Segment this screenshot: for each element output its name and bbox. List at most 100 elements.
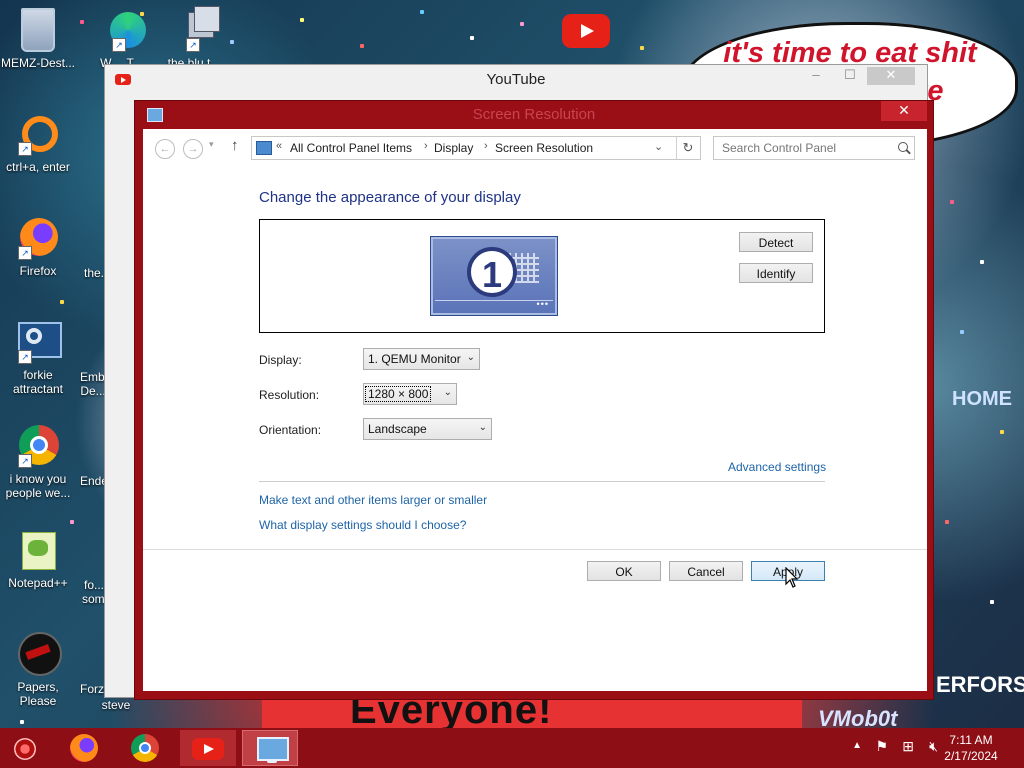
screen-resolution-content: ← → ▾ ↑ « All Control Panel Items › Disp… bbox=[143, 129, 927, 691]
maximize-button[interactable]: ☐ bbox=[833, 67, 867, 85]
desktop-icon-notepadpp[interactable]: Notepad++ bbox=[0, 528, 76, 590]
youtube-window-title: YouTube bbox=[486, 71, 546, 88]
desktop-icon-firefox[interactable]: ↗ Firefox bbox=[0, 216, 76, 278]
up-button[interactable]: ↑ bbox=[231, 137, 239, 154]
orientation-label: Orientation: bbox=[259, 423, 322, 437]
desktop-icon-ctrl-a[interactable]: ↗ ctrl+a, enter bbox=[0, 112, 76, 174]
clock[interactable]: 7:11 AM 2/17/2024 bbox=[936, 732, 1006, 764]
screen-resolution-window-controls: ✕ bbox=[881, 101, 927, 121]
search-box[interactable]: Search Control Panel bbox=[713, 136, 915, 160]
detect-button[interactable]: Detect bbox=[739, 232, 813, 252]
forward-button[interactable]: → bbox=[183, 139, 203, 159]
back-button[interactable]: ← bbox=[155, 139, 175, 159]
display-label: Display: bbox=[259, 353, 302, 367]
orientation-select[interactable]: Landscape ⌄ bbox=[363, 418, 492, 440]
address-dropdown-chevron-icon[interactable]: ⌄ bbox=[654, 140, 663, 153]
network-icon[interactable]: ⊞ bbox=[902, 738, 914, 755]
shortcut-arrow-icon: ↗ bbox=[112, 38, 126, 52]
monitor-1-preview[interactable]: 1 ••• bbox=[430, 236, 558, 316]
close-button[interactable]: ✕ bbox=[867, 67, 915, 85]
cancel-button[interactable]: Cancel bbox=[669, 561, 743, 581]
youtube-window-controls: – ☐ ✕ bbox=[799, 67, 915, 85]
wallpaper-word-erfors: ERFORS bbox=[936, 672, 1024, 697]
breadcrumb-all-control-panel-items[interactable]: All Control Panel Items bbox=[290, 141, 412, 155]
chrome-icon: ↗ bbox=[16, 424, 60, 468]
orientation-select-value: Landscape bbox=[368, 422, 427, 436]
clock-time: 7:11 AM bbox=[949, 733, 993, 747]
shortcut-arrow-icon: ↗ bbox=[18, 142, 32, 156]
action-center-flag-icon[interactable]: ⚑ bbox=[875, 738, 888, 755]
papers-please-icon bbox=[16, 632, 62, 676]
youtube-icon bbox=[192, 738, 224, 760]
resolution-label: Resolution: bbox=[259, 388, 320, 402]
recycle-bin-icon bbox=[21, 8, 55, 52]
desktop-icon-steve[interactable]: steve bbox=[96, 698, 136, 712]
notepad-plus-plus-icon bbox=[16, 528, 60, 572]
chevron-down-icon: ⌄ bbox=[466, 352, 475, 363]
navigation-bar: ← → ▾ ↑ « All Control Panel Items › Disp… bbox=[143, 129, 927, 167]
search-icon[interactable] bbox=[898, 142, 908, 152]
monitor-number-badge: 1 bbox=[467, 247, 517, 297]
address-bar[interactable]: « All Control Panel Items › Display › Sc… bbox=[251, 136, 701, 160]
breadcrumb-separator-icon[interactable]: › bbox=[424, 140, 428, 152]
breadcrumb-separator-icon[interactable]: › bbox=[484, 140, 488, 152]
monitor-taskbar bbox=[435, 300, 553, 311]
screen-resolution-titlebar[interactable]: Screen Resolution ✕ bbox=[135, 101, 933, 129]
shortcut-arrow-icon: ↗ bbox=[186, 38, 200, 52]
display-select[interactable]: 1. QEMU Monitor ⌄ bbox=[363, 348, 480, 370]
desktop-icon-emb[interactable]: Emb... De... bbox=[80, 370, 106, 398]
breadcrumb-screen-resolution[interactable]: Screen Resolution bbox=[495, 141, 593, 155]
breadcrumb-overflow-icon[interactable]: « bbox=[276, 140, 282, 152]
desktop-icon-w[interactable]: ↗ W… T… bbox=[78, 8, 154, 70]
settings-monitor-icon: ↗ bbox=[16, 320, 62, 364]
refresh-icon[interactable]: ↻ bbox=[676, 137, 699, 159]
mouse-cursor-icon bbox=[785, 567, 799, 588]
youtube-titlebar[interactable]: YouTube – ☐ ✕ bbox=[105, 65, 927, 95]
resolution-select-value: 1280 × 800 bbox=[364, 386, 432, 402]
start-button[interactable] bbox=[0, 730, 52, 766]
section-divider bbox=[259, 481, 825, 482]
desktop-icon-chrome-shortcut[interactable]: ↗ i know you people we... bbox=[0, 424, 76, 500]
taskbar-firefox[interactable] bbox=[58, 730, 114, 766]
firefox-icon bbox=[70, 734, 98, 762]
resolution-select[interactable]: 1280 × 800 ⌄ bbox=[363, 383, 457, 405]
close-button[interactable]: ✕ bbox=[881, 101, 927, 121]
monitor-dots-icon: ••• bbox=[536, 299, 549, 309]
advanced-settings-link[interactable]: Advanced settings bbox=[728, 460, 826, 474]
display-settings-icon bbox=[257, 737, 289, 761]
clock-date: 2/17/2024 bbox=[944, 749, 998, 763]
identify-button[interactable]: Identify bbox=[739, 263, 813, 283]
minimize-button[interactable]: – bbox=[799, 67, 833, 85]
edge-icon: ↗ bbox=[94, 8, 146, 52]
desktop-icon-forz[interactable]: Forz... bbox=[80, 682, 106, 696]
control-panel-icon bbox=[256, 141, 272, 155]
chrome-icon bbox=[131, 734, 159, 762]
desktop-icon-fo[interactable]: fo... som... bbox=[82, 578, 106, 606]
text-size-link[interactable]: Make text and other items larger or smal… bbox=[259, 493, 487, 507]
desktop-icon-ende[interactable]: Ende... bbox=[80, 474, 106, 488]
display-icon bbox=[147, 108, 163, 122]
taskbar: ▲ ⚑ ⊞ 🔇︎ 7:11 AM 2/17/2024 bbox=[0, 728, 1024, 768]
chevron-down-icon: ⌄ bbox=[478, 422, 487, 433]
firefox-icon: ↗ bbox=[16, 216, 60, 260]
display-preview-area: 1 ••• Detect Identify bbox=[259, 219, 825, 333]
taskbar-display-settings[interactable] bbox=[242, 730, 298, 766]
youtube-icon bbox=[115, 74, 131, 85]
desktop-icon-forkie[interactable]: ↗ forkie attractant bbox=[0, 320, 76, 396]
footer-divider bbox=[143, 549, 927, 550]
desktop-icon-the-blu[interactable]: ↗ the blu t... bbox=[156, 6, 232, 70]
breadcrumb-display[interactable]: Display bbox=[434, 141, 473, 155]
show-hidden-icons-icon[interactable]: ▲ bbox=[852, 740, 862, 751]
taskbar-youtube[interactable] bbox=[180, 730, 236, 766]
desktop-icon-papers-please[interactable]: Papers, Please bbox=[0, 632, 76, 708]
desktop-icon-the[interactable]: the... bbox=[84, 266, 106, 280]
youtube-desktop-icon[interactable] bbox=[562, 14, 610, 48]
display-help-link[interactable]: What display settings should I choose? bbox=[259, 518, 466, 532]
taskbar-chrome[interactable] bbox=[118, 730, 174, 766]
shortcut-arrow-icon: ↗ bbox=[18, 454, 32, 468]
desktop-icon-memz[interactable]: MEMZ-Dest... bbox=[0, 8, 76, 70]
ok-button[interactable]: OK bbox=[587, 561, 661, 581]
recent-locations-chevron-icon[interactable]: ▾ bbox=[209, 139, 214, 150]
search-input[interactable]: Search Control Panel bbox=[722, 141, 836, 155]
ring-icon: ↗ bbox=[16, 112, 60, 156]
